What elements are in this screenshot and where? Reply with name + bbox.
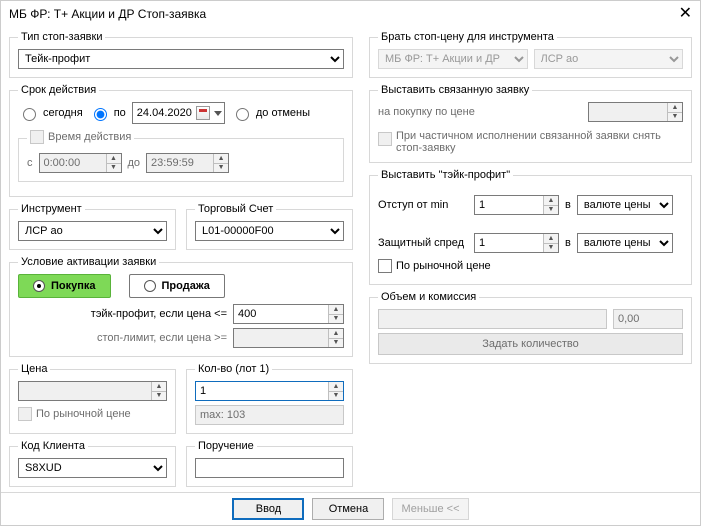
group-linked-order-label: Выставить связанную заявку [378,84,532,96]
client-code-select[interactable]: S8XUD [18,458,167,478]
date-value: 24.04.2020 [137,107,192,119]
account-select[interactable]: L01-00000F00 [195,221,344,241]
chevron-down-icon[interactable] [214,111,222,116]
commission-display [613,309,683,329]
group-volume-label: Объем и комиссия [378,291,479,303]
offset-label: Отступ от min [378,199,468,211]
window-title: МБ ФР: T+ Акции и ДР Стоп-заявка [9,1,206,27]
offset-input[interactable]: ▲▼ [474,195,559,215]
group-qty-label: Кол-во (лот 1) [195,363,272,375]
group-take-profit-label: Выставить "тэйк-профит" [378,169,513,181]
offset-unit-select[interactable]: валюте цены [577,195,673,215]
group-condition-label: Условие активации заявки [18,256,159,268]
sell-toggle[interactable]: Продажа [129,274,225,298]
max-qty-display [195,405,344,425]
group-price: Цена ▲▼ По рыночной цене [9,363,176,434]
close-icon[interactable]: ✕ [679,1,692,27]
group-account: Торговый Счет L01-00000F00 [186,203,353,250]
tp-price-input[interactable]: ▲▼ [233,304,344,324]
time-to-input[interactable]: ▲▼ [146,153,229,173]
radio-today[interactable]: сегодня [18,105,83,121]
group-price-source-label: Брать стоп-цену для инструмента [378,31,557,43]
time-enable-checkbox[interactable]: Время действия [30,130,131,144]
cancel-on-partial-checkbox[interactable]: При частичном исполнении связанной заявк… [378,130,683,154]
set-quantity-button: Задать количество [378,333,683,355]
buy-toggle[interactable]: Покупка [18,274,111,298]
sl-price-input[interactable]: ▲▼ [233,328,344,348]
group-time: Время действия c ▲▼ до ▲▼ [18,130,344,182]
group-validity: Срок действия сегодня по 24.04.2020 до о… [9,84,353,197]
group-price-label: Цена [18,363,50,375]
source-board-select: МБ ФР: T+ Акции и ДР [378,49,528,69]
group-account-label: Торговый Счет [195,203,276,215]
offset-in-label: в [565,199,571,211]
group-instrument-label: Инструмент [18,203,85,215]
instrument-select[interactable]: ЛСР ао [18,221,167,241]
qty-input[interactable]: ▲▼ [195,381,344,401]
group-take-profit: Выставить "тэйк-профит" Отступ от min ▲▼… [369,169,692,285]
price-input[interactable]: ▲▼ [18,381,167,401]
spread-input[interactable]: ▲▼ [474,233,559,253]
volume-display [378,309,607,329]
group-stop-type-label: Тип стоп-заявки [18,31,105,43]
group-instrument: Инструмент ЛСР ао [9,203,176,250]
calendar-icon[interactable] [196,106,210,120]
group-client: Код Клиента S8XUD [9,440,176,487]
group-time-label: Время действия [48,131,131,143]
less-button: Меньше << [392,498,468,520]
linked-price-label: на покупку по цене [378,106,475,118]
group-volume: Объем и комиссия Задать количество [369,291,692,364]
group-linked-order: Выставить связанную заявку на покупку по… [369,84,692,163]
group-order: Поручение [186,440,353,487]
tp-market-checkbox[interactable]: По рыночной цене [378,259,491,273]
source-instrument-select: ЛСР ао [534,49,684,69]
group-price-source: Брать стоп-цену для инструмента МБ ФР: T… [369,31,692,78]
time-from-input[interactable]: ▲▼ [39,153,122,173]
date-picker[interactable]: 24.04.2020 [132,102,225,124]
group-validity-label: Срок действия [18,84,99,96]
spread-in-label: в [565,237,571,249]
group-stop-type: Тип стоп-заявки Тейк-профит [9,31,353,78]
group-condition: Условие активации заявки Покупка Продажа… [9,256,353,357]
sl-cond-label: стоп-лимит, если цена >= [18,332,227,344]
group-order-label: Поручение [195,440,257,452]
order-ref-input[interactable] [195,458,344,478]
group-qty: Кол-во (лот 1) ▲▼ [186,363,353,434]
tp-cond-label: тэйк-профит, если цена <= [18,308,227,320]
radio-gtc[interactable]: до отмены [231,105,310,121]
market-price-checkbox[interactable]: По рыночной цене [18,407,131,421]
submit-button[interactable]: Ввод [232,498,304,520]
stop-type-select[interactable]: Тейк-профит [18,49,344,69]
linked-price-input[interactable]: ▲▼ [588,102,683,122]
spread-unit-select[interactable]: валюте цены [577,233,673,253]
cancel-button[interactable]: Отмена [312,498,384,520]
time-from-label: c [27,157,33,169]
time-to-label: до [128,157,141,169]
group-client-label: Код Клиента [18,440,88,452]
spread-label: Защитный спред [378,237,468,249]
radio-until[interactable]: по [89,105,126,121]
